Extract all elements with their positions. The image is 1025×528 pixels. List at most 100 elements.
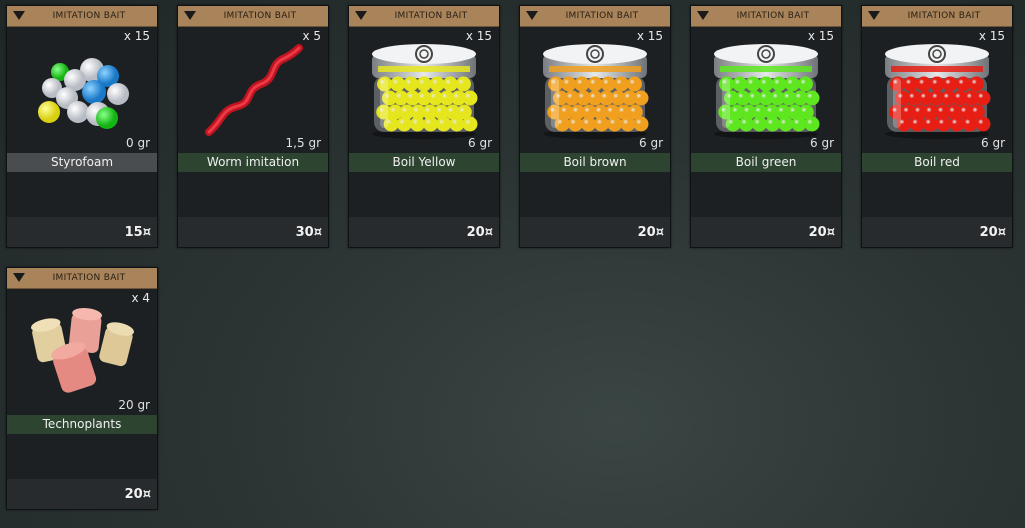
collapse-triangle-icon[interactable] — [526, 11, 538, 20]
weight-label: 6 gr — [639, 136, 663, 150]
boilie-ball — [784, 76, 800, 92]
card-header: IMITATION BAIT — [349, 6, 499, 27]
price-label: 20¤ — [808, 225, 835, 240]
red-boilie-jar-icon — [885, 44, 991, 139]
item-name: Styrofoam — [7, 153, 157, 172]
boilie-ball — [390, 76, 406, 92]
boilie-ball — [732, 76, 748, 92]
collapse-triangle-icon[interactable] — [13, 11, 25, 20]
boilie-ball — [738, 116, 754, 132]
boilie-ball — [600, 76, 616, 92]
card-header: IMITATION BAIT — [862, 6, 1012, 27]
weight-label: 1,5 gr — [285, 136, 321, 150]
boilie-ball — [922, 116, 938, 132]
card-footer: 20¤ — [7, 479, 157, 509]
boilie-ball — [791, 116, 807, 132]
foam-plug-cylinders-icon — [31, 308, 134, 393]
item-name: Technoplants — [7, 415, 157, 434]
price-label: 20¤ — [124, 487, 151, 502]
jar-glass-shine — [380, 78, 388, 128]
green-boilie-jar-icon — [714, 44, 820, 139]
boilie-ball — [949, 116, 965, 132]
boilie-ball — [804, 90, 820, 106]
yellow-boilie-jar-icon — [372, 44, 478, 139]
collapse-triangle-icon[interactable] — [697, 11, 709, 20]
category-label: IMITATION BAIT — [223, 11, 297, 21]
boilie-ball — [633, 116, 649, 132]
boilie-ball — [745, 76, 761, 92]
boilie-ball — [626, 76, 642, 92]
collapse-triangle-icon[interactable] — [868, 11, 880, 20]
price-label: 30¤ — [295, 225, 322, 240]
boilie-ball — [751, 116, 767, 132]
multicolor-foam-balls-icon — [38, 58, 129, 129]
boilie-ball — [607, 116, 623, 132]
item-name: Boil brown — [520, 153, 670, 172]
bait-card-styrofoam[interactable]: IMITATION BAIT x 15 0 gr Styrofoam 15¤ — [6, 5, 158, 248]
weight-label: 6 gr — [468, 136, 492, 150]
boilie-ball — [765, 116, 781, 132]
boilie-ball — [436, 116, 452, 132]
card-header: IMITATION BAIT — [178, 6, 328, 27]
bait-card-boil-brown[interactable]: IMITATION BAIT x 15 6 gr Boil brown 20¤ — [519, 5, 671, 248]
boilie-ball — [561, 76, 577, 92]
boilie-ball — [462, 116, 478, 132]
card-footer: 20¤ — [349, 217, 499, 247]
boilie-ball — [396, 116, 412, 132]
item-name: Boil green — [691, 153, 841, 172]
boilie-ball — [449, 116, 465, 132]
card-header: IMITATION BAIT — [7, 268, 157, 289]
weight-label: 6 gr — [981, 136, 1005, 150]
bait-card-boil-green[interactable]: IMITATION BAIT x 15 6 gr Boil green 20¤ — [690, 5, 842, 248]
boilie-ball — [574, 76, 590, 92]
boilie-ball — [916, 76, 932, 92]
category-label: IMITATION BAIT — [394, 11, 468, 21]
boilie-ball — [968, 76, 984, 92]
boilie-ball — [620, 116, 636, 132]
card-header: IMITATION BAIT — [7, 6, 157, 27]
boilie-ball — [613, 76, 629, 92]
boilie-ball — [455, 76, 471, 92]
category-label: IMITATION BAIT — [907, 11, 981, 21]
boilie-ball — [962, 116, 978, 132]
boilie-ball — [580, 116, 596, 132]
card-footer: 20¤ — [862, 217, 1012, 247]
bait-card-boil-yellow[interactable]: IMITATION BAIT x 15 6 gr Boil Yellow 20¤ — [348, 5, 500, 248]
category-label: IMITATION BAIT — [736, 11, 810, 21]
boilie-ball — [633, 90, 649, 106]
card-footer: 15¤ — [7, 217, 157, 247]
boilie-ball — [403, 76, 419, 92]
price-label: 20¤ — [637, 225, 664, 240]
boilie-ball — [955, 76, 971, 92]
boilie-ball — [929, 76, 945, 92]
collapse-triangle-icon[interactable] — [355, 11, 367, 20]
boilie-ball — [409, 116, 425, 132]
boilie-ball — [423, 116, 439, 132]
boilie-ball — [903, 76, 919, 92]
weight-label: 6 gr — [810, 136, 834, 150]
item-name: Boil Yellow — [349, 153, 499, 172]
jar-glass-shine — [722, 78, 730, 128]
boilie-ball — [936, 116, 952, 132]
bait-card-worm-imitation[interactable]: IMITATION BAIT x 5 1,5 gr Worm imitation… — [177, 5, 329, 248]
boilie-ball — [429, 76, 445, 92]
card-header: IMITATION BAIT — [691, 6, 841, 27]
boilie-ball — [975, 116, 991, 132]
boilie-ball — [462, 90, 478, 106]
card-footer: 20¤ — [520, 217, 670, 247]
weight-label: 20 gr — [118, 398, 150, 412]
collapse-triangle-icon[interactable] — [13, 273, 25, 282]
boilie-ball — [758, 76, 774, 92]
boilie-ball — [587, 76, 603, 92]
card-footer: 20¤ — [691, 217, 841, 247]
collapse-triangle-icon[interactable] — [184, 11, 196, 20]
red-rubber-worm-icon — [205, 44, 303, 136]
boilie-ball — [594, 116, 610, 132]
price-label: 15¤ — [124, 225, 151, 240]
orange-boilie-jar-icon — [543, 44, 649, 139]
item-name: Boil red — [862, 153, 1012, 172]
bait-card-technoplants[interactable]: IMITATION BAIT x 4 20 gr Technoplants 20… — [6, 267, 158, 510]
category-label: IMITATION BAIT — [565, 11, 639, 21]
bait-card-boil-red[interactable]: IMITATION BAIT x 15 6 gr Boil red 20¤ — [861, 5, 1013, 248]
price-label: 20¤ — [979, 225, 1006, 240]
